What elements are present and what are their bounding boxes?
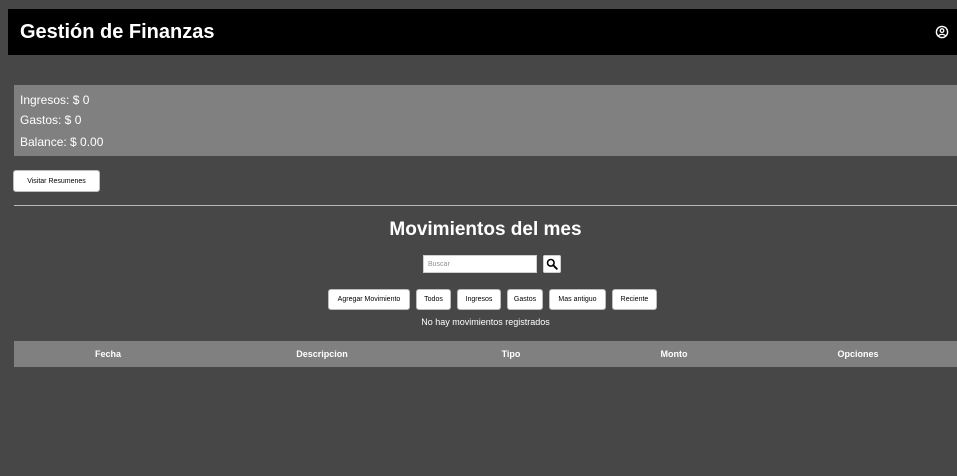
summary-panel: Ingresos: $ 0 Gastos: $ 0 Balance: $ 0.0… (14, 85, 957, 156)
visit-summaries-button[interactable]: Visitar Resumenes (13, 170, 100, 192)
app-title: Gestión de Finanzas (20, 21, 215, 43)
app-header: Gestión de Finanzas (8, 9, 957, 55)
user-circle-icon[interactable] (935, 25, 949, 39)
column-header-monto: Monto (660, 349, 688, 359)
sort-recent-button[interactable]: Reciente (612, 289, 657, 310)
add-movement-button[interactable]: Agregar Movimiento (328, 289, 410, 310)
balance-total: Balance: $ 0.00 (20, 135, 104, 149)
search-icon (546, 258, 558, 270)
movements-title: Movimientos del mes (389, 219, 582, 240)
income-total: Ingresos: $ 0 (20, 93, 90, 107)
section-divider (14, 205, 957, 206)
filter-expenses-button[interactable]: Gastos (507, 289, 543, 310)
filter-income-button[interactable]: Ingresos (457, 289, 501, 310)
expenses-total: Gastos: $ 0 (20, 113, 82, 127)
table-header: Fecha Descripcion Tipo Monto Opciones (14, 341, 957, 367)
column-header-tipo: Tipo (501, 349, 521, 359)
search-input[interactable] (423, 255, 537, 273)
search-button[interactable] (543, 255, 561, 273)
sort-oldest-button[interactable]: Mas antiguo (549, 289, 606, 310)
filter-all-button[interactable]: Todos (416, 289, 451, 310)
column-header-fecha: Fecha (94, 349, 121, 359)
empty-state-message: No hay movimientos registrados (421, 317, 550, 327)
column-header-opciones: Opciones (837, 349, 879, 359)
column-header-descripcion: Descripcion (296, 349, 348, 359)
